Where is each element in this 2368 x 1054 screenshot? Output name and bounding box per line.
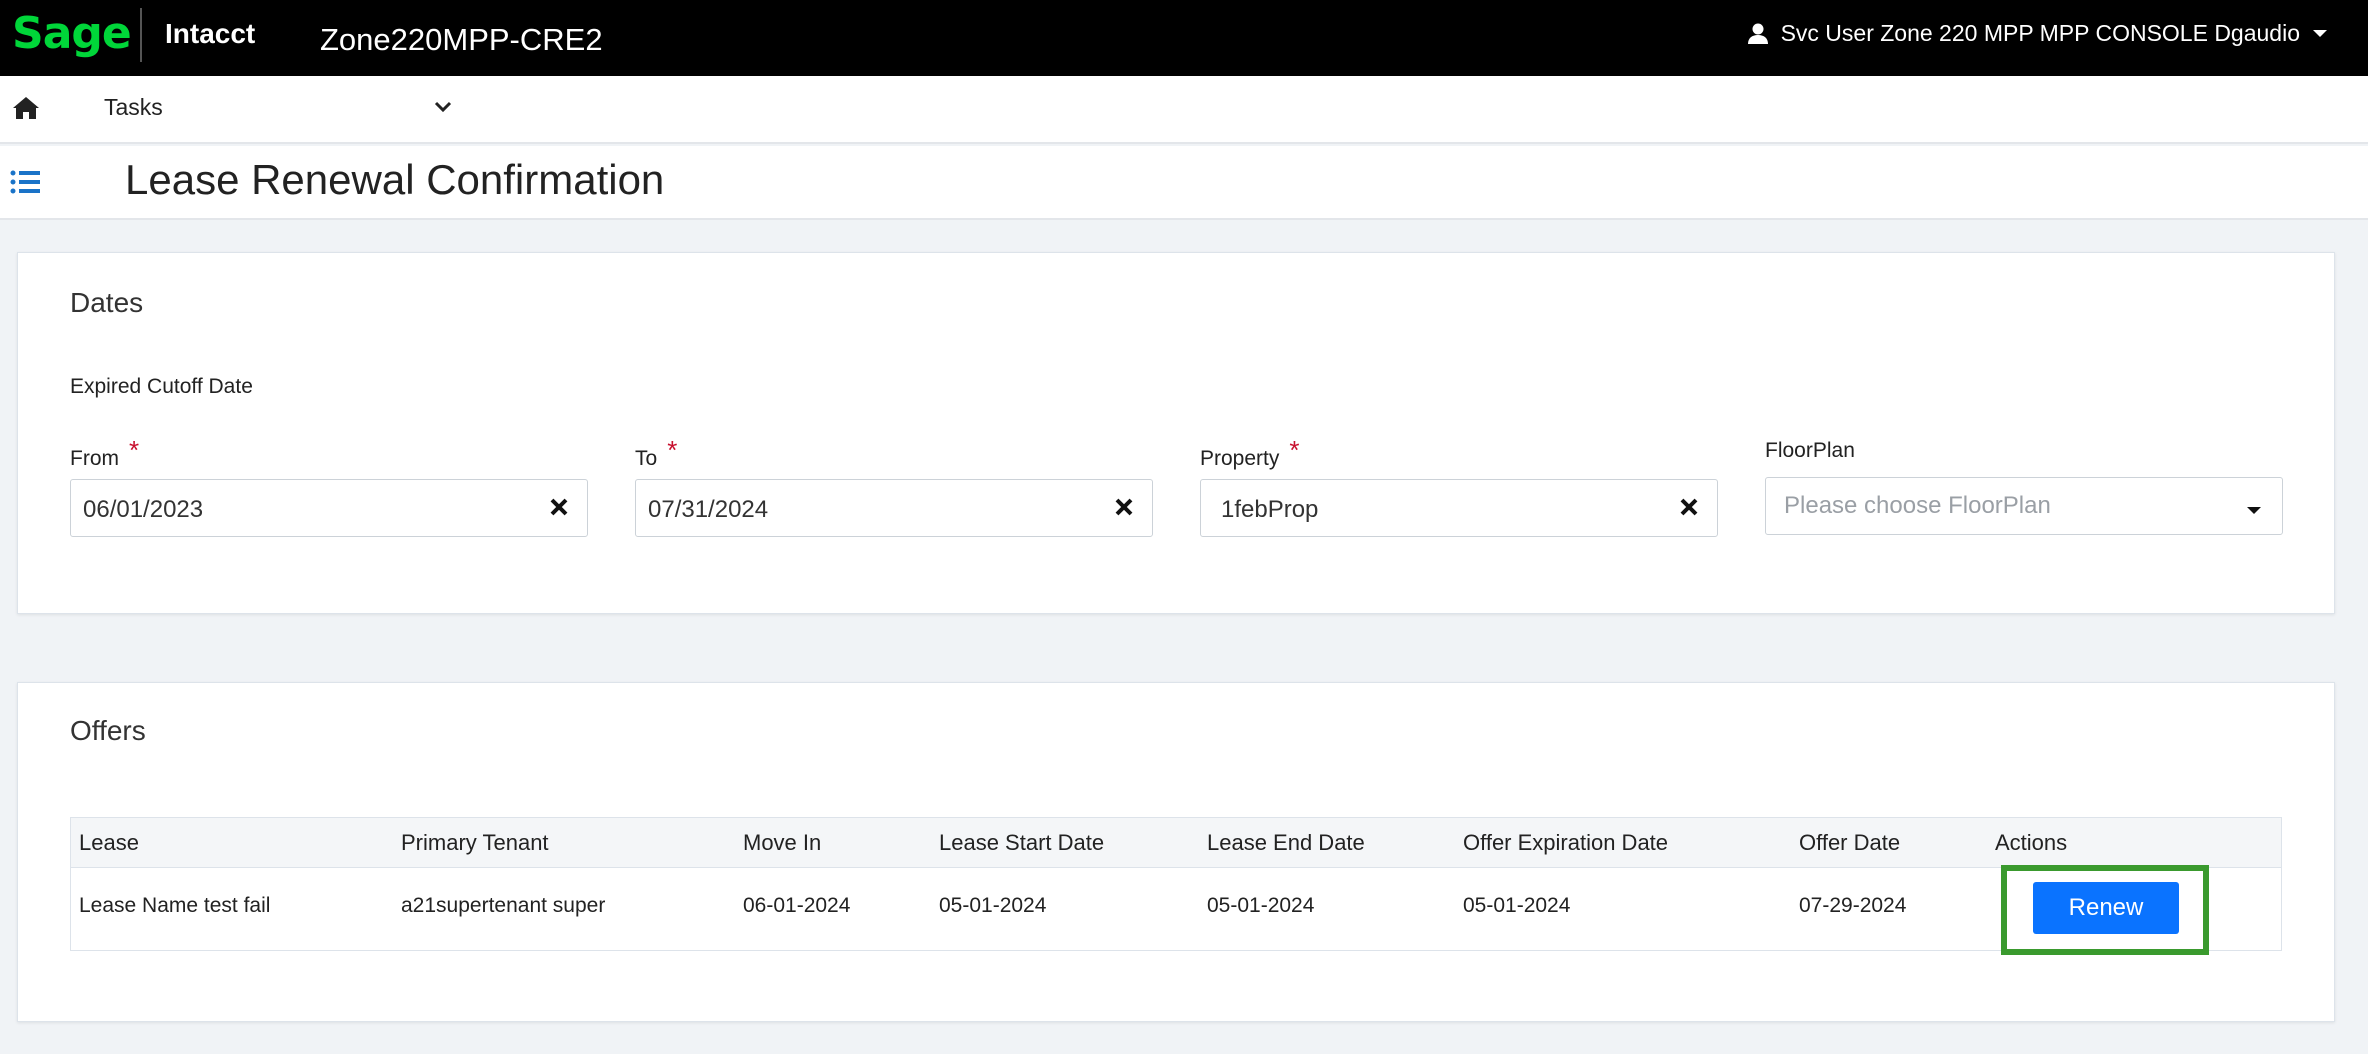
- col-offer-date[interactable]: Offer Date: [1799, 830, 1900, 856]
- to-date-value: 07/31/2024: [648, 496, 769, 523]
- floorplan-select[interactable]: Please choose FloorPlan: [1765, 477, 2283, 535]
- col-lease-start-date[interactable]: Lease Start Date: [939, 830, 1104, 856]
- required-mark: *: [1289, 435, 1300, 465]
- renew-button[interactable]: Renew: [2033, 882, 2179, 934]
- to-date-field[interactable]: 07/31/2024: [635, 479, 1153, 537]
- cell-offer-date: 07-29-2024: [1799, 894, 1907, 917]
- user-name: Svc User Zone 220 MPP MPP CONSOLE Dgaudi…: [1780, 20, 2300, 46]
- property-label-text: Property: [1200, 447, 1280, 470]
- col-lease-end-date[interactable]: Lease End Date: [1207, 830, 1365, 856]
- caret-down-icon: [2312, 29, 2328, 39]
- property-label: Property *: [1200, 435, 1300, 472]
- company-name[interactable]: Zone220MPP-CRE2: [320, 22, 603, 58]
- col-primary-tenant[interactable]: Primary Tenant: [401, 830, 549, 856]
- nav-bar: Tasks: [0, 76, 2368, 144]
- col-lease[interactable]: Lease: [79, 830, 139, 856]
- property-field[interactable]: 1febProp: [1200, 479, 1718, 537]
- from-date-value: 06/01/2023: [83, 496, 204, 523]
- user-menu[interactable]: Svc User Zone 220 MPP MPP CONSOLE Dgaudi…: [1747, 20, 2328, 47]
- required-mark: *: [129, 435, 140, 465]
- user-icon: [1747, 23, 1769, 45]
- clear-icon[interactable]: [1114, 497, 1134, 522]
- tasks-menu[interactable]: Tasks: [104, 94, 163, 121]
- chevron-down-icon[interactable]: [434, 100, 452, 118]
- cell-lease: Lease Name test fail: [79, 894, 271, 917]
- floorplan-label: FloorPlan: [1765, 439, 1855, 462]
- from-label: From *: [70, 435, 139, 472]
- from-date-field[interactable]: 06/01/2023: [70, 479, 588, 537]
- cell-primary-tenant: a21supertenant super: [401, 894, 606, 917]
- clear-icon[interactable]: [549, 497, 569, 522]
- col-move-in[interactable]: Move In: [743, 830, 821, 856]
- logo-divider: [140, 8, 142, 62]
- home-icon[interactable]: [12, 96, 40, 125]
- sage-logo[interactable]: Sage: [12, 8, 132, 59]
- to-label-text: To: [635, 447, 658, 470]
- offers-table: Lease Primary Tenant Move In Lease Start…: [70, 817, 2282, 955]
- from-label-text: From: [70, 447, 119, 470]
- page-header: Lease Renewal Confirmation: [0, 146, 2368, 220]
- caret-down-icon[interactable]: [2246, 503, 2262, 521]
- offers-panel: Offers Lease Primary Tenant Move In Leas…: [17, 682, 2335, 1022]
- cell-move-in: 06-01-2024: [743, 894, 851, 917]
- dates-panel: Dates Expired Cutoff Date From * 06/01/20…: [17, 252, 2335, 614]
- cell-lease-start-date: 05-01-2024: [939, 894, 1047, 917]
- offers-title: Offers: [70, 715, 146, 746]
- table-header: Lease Primary Tenant Move In Lease Start…: [71, 818, 2281, 868]
- page-title: Lease Renewal Confirmation: [125, 156, 665, 203]
- to-label: To *: [635, 435, 677, 472]
- product-name: Intacct: [165, 18, 256, 49]
- dates-title: Dates: [70, 287, 144, 318]
- cell-lease-end-date: 05-01-2024: [1207, 894, 1315, 917]
- col-actions: Actions: [1995, 830, 2068, 855]
- property-value: 1febProp: [1221, 496, 1319, 523]
- list-icon[interactable]: [10, 168, 42, 201]
- floorplan-placeholder: Please choose FloorPlan: [1784, 492, 2051, 519]
- cell-offer-expiration-date: 05-01-2024: [1463, 894, 1571, 917]
- expired-cutoff-label: Expired Cutoff Date: [70, 375, 253, 398]
- required-mark: *: [667, 435, 678, 465]
- top-bar: Sage Intacct Zone220MPP-CRE2 Svc User Zo…: [0, 0, 2368, 76]
- col-offer-expiration-date[interactable]: Offer Expiration Date: [1463, 830, 1668, 856]
- clear-icon[interactable]: [1679, 497, 1699, 522]
